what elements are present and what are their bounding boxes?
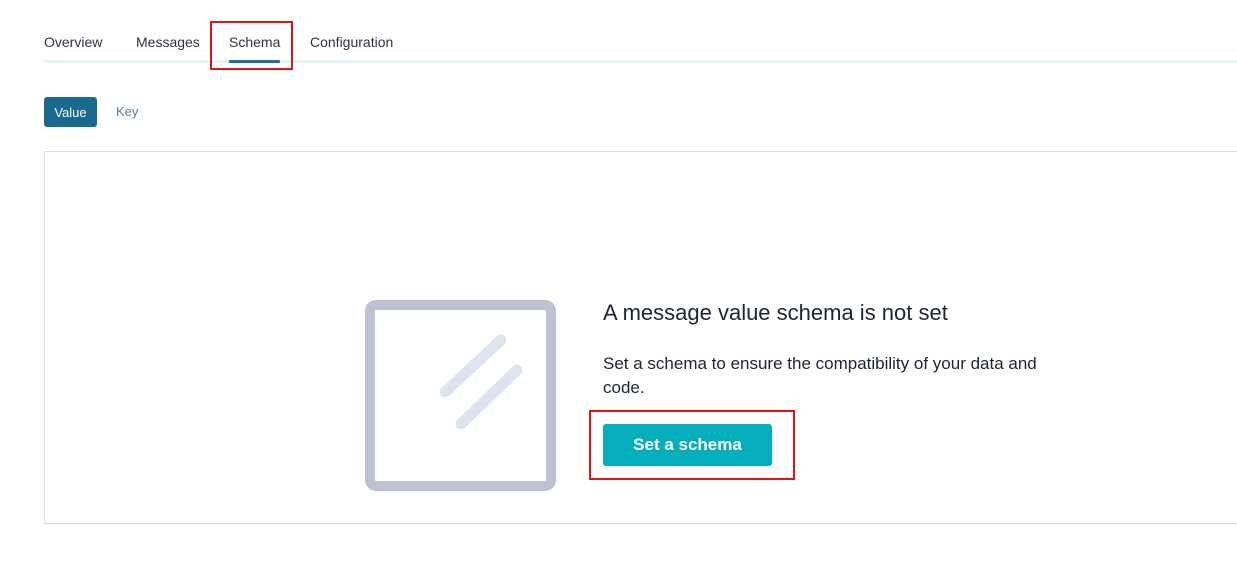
- empty-state-description: Set a schema to ensure the compatibility…: [603, 354, 1037, 397]
- schema-page: Overview Messages Schema Configuration V…: [0, 0, 1237, 561]
- empty-state-title: A message value schema is not set: [603, 300, 948, 325]
- key-toggle-button[interactable]: Key: [116, 104, 138, 119]
- tab-configuration[interactable]: Configuration: [310, 34, 393, 50]
- tab-messages[interactable]: Messages: [136, 34, 200, 50]
- highlight-box-schema-tab: [210, 21, 293, 70]
- value-toggle-button[interactable]: Value: [44, 97, 97, 127]
- tab-overview[interactable]: Overview: [44, 34, 102, 50]
- highlight-box-set-schema: [589, 410, 795, 480]
- empty-schema-illustration-icon: [365, 300, 556, 491]
